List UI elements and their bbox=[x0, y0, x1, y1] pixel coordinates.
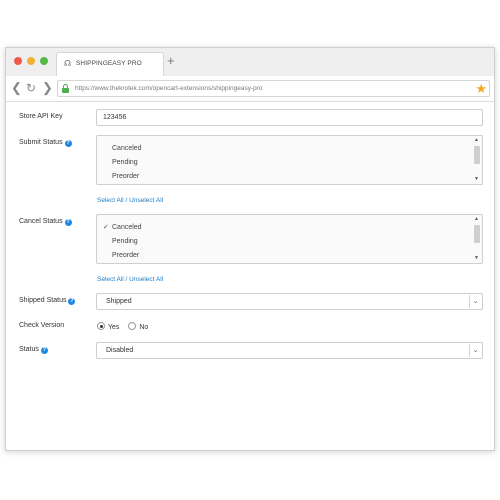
close-window-button[interactable] bbox=[14, 57, 22, 65]
back-icon[interactable]: ❮ bbox=[11, 80, 22, 96]
url-text: https://www.thekrotek.com/opencart-exten… bbox=[75, 85, 263, 92]
star-icon[interactable]: ★ bbox=[475, 81, 487, 96]
chevron-down-icon: ⌄ bbox=[469, 344, 481, 357]
status-select[interactable]: Disabled ⌄ bbox=[96, 342, 483, 359]
help-icon[interactable]: ? bbox=[64, 140, 72, 147]
cancel-status-option-preorder[interactable]: Preorder bbox=[103, 250, 139, 262]
scroll-down-icon[interactable]: ▼ bbox=[474, 255, 479, 261]
url-field[interactable]: https://www.thekrotek.com/opencart-exten… bbox=[57, 80, 490, 97]
scrollbar-thumb[interactable] bbox=[474, 225, 480, 243]
scroll-up-icon[interactable]: ▲ bbox=[474, 137, 479, 143]
scrollbar[interactable]: ▲ ▼ bbox=[473, 216, 481, 262]
tab-title: SHIPPINGEASY PRO bbox=[76, 60, 142, 67]
shipped-status-label: Shipped Status? bbox=[19, 297, 76, 305]
address-bar: ❮ ↻ ❯ https://www.thekrotek.com/opencart… bbox=[6, 76, 494, 102]
cancel-status-list[interactable]: ✓ Canceled Pending Preorder ▲ ▼ bbox=[96, 214, 483, 264]
forward-icon[interactable]: ❯ bbox=[42, 80, 53, 96]
submit-status-list[interactable]: Canceled Pending Preorder ▲ ▼ bbox=[96, 135, 483, 185]
reload-icon[interactable]: ↻ bbox=[26, 80, 36, 96]
scrollbar-thumb[interactable] bbox=[474, 146, 480, 164]
help-icon[interactable]: ? bbox=[68, 298, 76, 305]
submit-status-option-canceled[interactable]: Canceled bbox=[103, 143, 142, 155]
help-icon[interactable]: ? bbox=[40, 347, 48, 354]
store-api-key-input[interactable]: 123456 bbox=[96, 109, 483, 126]
chevron-down-icon: ⌄ bbox=[469, 295, 481, 308]
tab-favicon-icon: ☊ bbox=[64, 59, 72, 68]
browser-tab[interactable]: ☊ SHIPPINGEASY PRO bbox=[56, 52, 164, 76]
shipped-status-select[interactable]: Shipped ⌄ bbox=[96, 293, 483, 310]
store-api-key-label: Store API Key bbox=[19, 113, 63, 120]
submit-status-select-all-link[interactable]: Select All / Unselect All bbox=[97, 197, 163, 204]
cancel-status-option-pending[interactable]: Pending bbox=[103, 236, 138, 248]
submit-status-option-preorder[interactable]: Preorder bbox=[103, 171, 139, 183]
check-version-label: Check Version bbox=[19, 322, 65, 329]
check-version-radio-group: Yes No bbox=[97, 322, 148, 331]
scroll-down-icon[interactable]: ▼ bbox=[474, 176, 479, 182]
cancel-status-label: Cancel Status? bbox=[19, 218, 72, 226]
submit-status-label: Submit Status? bbox=[19, 139, 72, 147]
check-version-no-option[interactable]: No bbox=[128, 322, 148, 331]
new-tab-button[interactable]: + bbox=[167, 54, 175, 68]
submit-status-option-pending[interactable]: Pending bbox=[103, 157, 138, 169]
status-label: Status? bbox=[19, 346, 48, 354]
browser-window: ☊ SHIPPINGEASY PRO + ❮ ↻ ❯ https://www.t… bbox=[5, 47, 495, 451]
minimize-window-button[interactable] bbox=[27, 57, 35, 65]
cancel-status-select-all-link[interactable]: Select All / Unselect All bbox=[97, 276, 163, 283]
checkmark-icon: ✓ bbox=[103, 224, 109, 231]
scroll-up-icon[interactable]: ▲ bbox=[474, 216, 479, 222]
status-value: Disabled bbox=[106, 347, 134, 354]
tab-bar: ☊ SHIPPINGEASY PRO + bbox=[6, 48, 494, 76]
cancel-status-option-canceled[interactable]: ✓ Canceled bbox=[103, 222, 142, 234]
scrollbar[interactable]: ▲ ▼ bbox=[473, 137, 481, 183]
shipped-status-value: Shipped bbox=[106, 298, 132, 305]
check-version-yes-option[interactable]: Yes bbox=[97, 322, 119, 331]
maximize-window-button[interactable] bbox=[40, 57, 48, 65]
radio-no[interactable] bbox=[128, 322, 137, 330]
radio-yes[interactable] bbox=[97, 322, 105, 330]
help-icon[interactable]: ? bbox=[64, 219, 72, 226]
lock-icon bbox=[62, 84, 69, 93]
